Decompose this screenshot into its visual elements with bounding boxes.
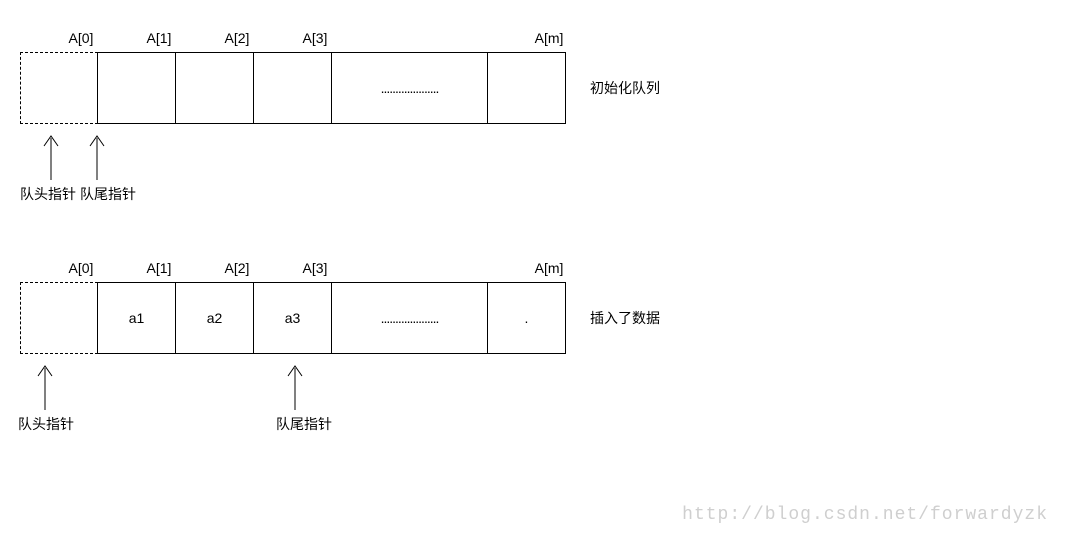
array-cell xyxy=(98,52,176,124)
index-label: A[2] xyxy=(198,30,276,46)
arrow-up-icon xyxy=(280,360,310,410)
tail-pointer: 队尾指针 xyxy=(82,130,136,204)
index-label: A[1] xyxy=(120,260,198,276)
array-cell: . xyxy=(488,282,566,354)
array-cell xyxy=(254,52,332,124)
array-cell xyxy=(176,52,254,124)
array-cells-row: a1 a2 a3 .................... . xyxy=(20,282,588,354)
index-label: A[2] xyxy=(198,260,276,276)
array-cell xyxy=(20,52,98,124)
array-cell-ellipsis: .................... xyxy=(332,52,488,124)
head-pointer: 队头指针 xyxy=(30,360,74,434)
array-cell: a2 xyxy=(176,282,254,354)
index-label: A[0] xyxy=(42,260,120,276)
index-label: A[m] xyxy=(510,260,588,276)
array-cell: a1 xyxy=(98,282,176,354)
arrow-up-icon xyxy=(30,360,60,410)
queue-inserted-diagram: A[0] A[1] A[2] A[3] A[m] a1 a2 a3 ......… xyxy=(20,260,588,354)
index-label: A[m] xyxy=(510,30,588,46)
index-label: A[3] xyxy=(276,260,354,276)
index-label: A[0] xyxy=(42,30,120,46)
diagram-caption: 插入了数据 xyxy=(590,308,660,328)
head-pointer: 队头指针 xyxy=(36,130,76,204)
index-label xyxy=(354,30,510,46)
diagram-caption: 初始化队列 xyxy=(590,78,660,98)
array-cell xyxy=(20,282,98,354)
array-cells-row: .................... xyxy=(20,52,588,124)
array-cell-ellipsis: .................... xyxy=(332,282,488,354)
queue-init-diagram: A[0] A[1] A[2] A[3] A[m] ...............… xyxy=(20,30,588,124)
array-index-row: A[0] A[1] A[2] A[3] A[m] xyxy=(20,260,588,276)
array-cell: a3 xyxy=(254,282,332,354)
tail-pointer: 队尾指针 xyxy=(280,360,332,434)
array-cell xyxy=(488,52,566,124)
pointer-label: 队尾指针 xyxy=(276,414,332,434)
array-index-row: A[0] A[1] A[2] A[3] A[m] xyxy=(20,30,588,46)
index-label: A[3] xyxy=(276,30,354,46)
arrow-up-icon xyxy=(82,130,112,180)
pointer-label: 队尾指针 xyxy=(80,184,136,204)
index-label: A[1] xyxy=(120,30,198,46)
arrow-up-icon xyxy=(36,130,66,180)
pointer-label: 队头指针 xyxy=(18,414,74,434)
watermark: http://blog.csdn.net/forwardyzk xyxy=(682,505,1048,525)
index-label xyxy=(354,260,510,276)
pointer-label: 队头指针 xyxy=(20,184,76,204)
